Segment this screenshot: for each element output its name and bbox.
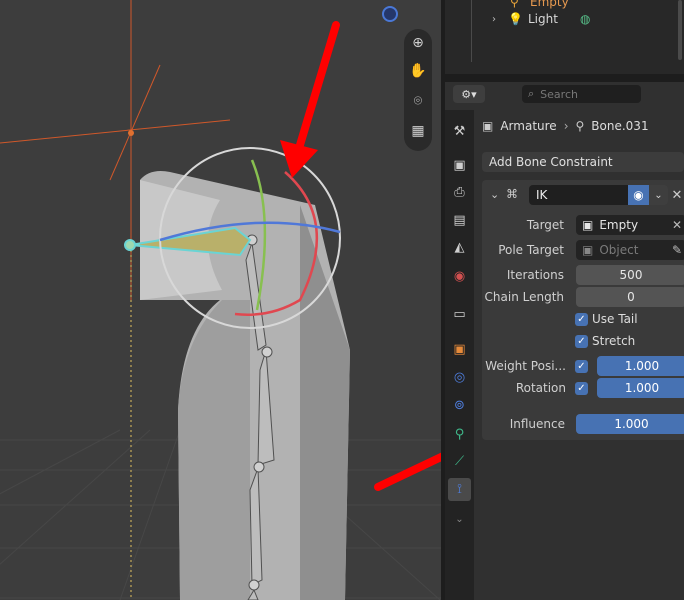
tool-tab-icon[interactable]: ⚒ [448, 120, 471, 143]
target-label: Target [526, 218, 564, 232]
annotation-arrow-bottom [374, 452, 441, 491]
iterations-field[interactable]: 500 [576, 265, 684, 285]
zoom-icon[interactable]: ⊕ [408, 33, 428, 53]
stretch-checkbox[interactable]: ✓ [575, 335, 588, 348]
search-placeholder: Search [540, 87, 578, 101]
object-constraint-tab-icon[interactable]: ⊚ [448, 394, 471, 417]
object-icon: ▣ [582, 243, 594, 257]
viewport-navigation-tools: ⊕ ✋ ⌾ ▦ [404, 29, 432, 151]
world-tab-icon[interactable]: ◉ [448, 265, 471, 288]
target-value: Empty [599, 218, 639, 232]
camera-icon[interactable]: ⌾ [408, 91, 428, 111]
output-tab-icon[interactable]: ⎙ [448, 181, 471, 204]
navigation-gizmo-icon[interactable] [382, 6, 398, 22]
search-input[interactable]: ⌕ Search [522, 85, 641, 103]
chain-length-value: 0 [627, 290, 635, 304]
outliner-row-label: Light [528, 12, 558, 26]
light-data-icon: ◍ [580, 12, 591, 26]
editor-type-button[interactable]: ⚙▾ [453, 85, 485, 103]
bone-icon: ⚲ [575, 119, 585, 133]
constraint-name-value: IK [536, 188, 548, 202]
clear-x-icon[interactable]: ✕ [672, 218, 682, 232]
collection-tab-icon[interactable]: ▭ [448, 303, 471, 326]
outliner-column-divider [471, 0, 472, 62]
weight-position-field[interactable]: 1.000 [597, 356, 684, 376]
scene-tab-icon[interactable]: ◭ [448, 236, 471, 259]
use-tail-label: Use Tail [592, 312, 638, 326]
target-field[interactable]: ▣ Empty ✕ [576, 215, 684, 235]
rotation-value: 1.000 [624, 381, 660, 395]
area-splitter-horizontal[interactable] [445, 74, 684, 82]
close-icon[interactable]: ✕ [670, 185, 684, 205]
viewport-scene [0, 0, 441, 600]
bone-tab-icon[interactable]: ⟋ [448, 450, 471, 473]
weight-position-label: Weight Posi... [485, 359, 566, 373]
chevron-right-icon[interactable]: › [492, 14, 496, 25]
visibility-eye-icon[interactable]: ◉ [628, 185, 649, 205]
weight-position-value: 1.000 [624, 359, 660, 373]
iterations-label: Iterations [506, 268, 564, 282]
collapse-chevron-icon[interactable]: ⌄ [490, 188, 499, 201]
object-icon: ▣ [582, 218, 594, 232]
annotation-arrow-top [280, 21, 340, 178]
object-data-tab-icon[interactable]: ⚲ [448, 423, 471, 446]
chevron-right-icon: › [563, 119, 569, 133]
constraint-menu-chevron-icon[interactable]: ⌄ [649, 185, 668, 205]
iterations-value: 500 [619, 268, 643, 282]
pan-hand-icon[interactable]: ✋ [408, 61, 428, 81]
bone-constraint-tab-icon[interactable]: ⟟ [448, 478, 471, 501]
chevron-down-icon[interactable]: ⌄ [448, 508, 471, 531]
render-tab-icon[interactable]: ▣ [448, 154, 471, 177]
outliner-scrollbar[interactable] [678, 0, 682, 60]
chain-length-field[interactable]: 0 [576, 287, 684, 307]
breadcrumb-bone: Bone.031 [591, 119, 649, 133]
eyedropper-icon[interactable]: ✎ [672, 243, 682, 257]
rotation-checkbox[interactable]: ✓ [575, 382, 588, 395]
ik-constraint-icon: ⌘ [506, 187, 518, 201]
breadcrumb-object: Armature [500, 119, 557, 133]
perspective-grid-icon[interactable]: ▦ [408, 121, 428, 141]
physics-tab-icon[interactable]: ◎ [448, 366, 471, 389]
view-layer-tab-icon[interactable]: ▤ [448, 209, 471, 232]
add-bone-constraint-label: Add Bone Constraint [489, 155, 613, 169]
weight-position-checkbox[interactable]: ✓ [575, 360, 588, 373]
search-icon: ⌕ [528, 87, 535, 100]
outliner-row-light[interactable]: › 💡 Light ◍ [445, 9, 684, 29]
outliner: ⚲ Empty › 💡 Light ◍ [445, 0, 684, 74]
3d-viewport[interactable]: ⊕ ✋ ⌾ ▦ [0, 0, 441, 600]
stretch-label: Stretch [592, 334, 636, 348]
rotation-field[interactable]: 1.000 [597, 378, 684, 398]
influence-label: Influence [509, 417, 565, 431]
pole-target-label: Pole Target [498, 243, 564, 257]
use-tail-checkbox[interactable]: ✓ [575, 313, 588, 326]
add-bone-constraint-button[interactable]: Add Bone Constraint [482, 152, 684, 172]
pole-target-field[interactable]: ▣ Object ✎ [576, 240, 684, 260]
light-icon: 💡 [508, 12, 523, 26]
armature-icon: ▣ [482, 119, 494, 133]
empty-icon: ⚲ [510, 0, 519, 9]
breadcrumb: ▣ Armature › ⚲ Bone.031 [482, 116, 649, 136]
pole-target-placeholder: Object [599, 243, 639, 257]
properties-tabs: ⚒ ▣ ⎙ ▤ ◭ ◉ ▭ ▣ ◎ ⊚ ⚲ ⟋ ⟟ ⌄ [445, 110, 474, 600]
influence-field[interactable]: 1.000 [576, 414, 684, 434]
outliner-row-label: Empty [530, 0, 569, 9]
chain-length-label: Chain Length [484, 290, 564, 304]
rotation-label: Rotation [515, 381, 566, 395]
object-tab-icon[interactable]: ▣ [448, 338, 471, 361]
influence-value: 1.000 [614, 417, 649, 431]
constraint-name-input[interactable]: IK [529, 185, 628, 205]
